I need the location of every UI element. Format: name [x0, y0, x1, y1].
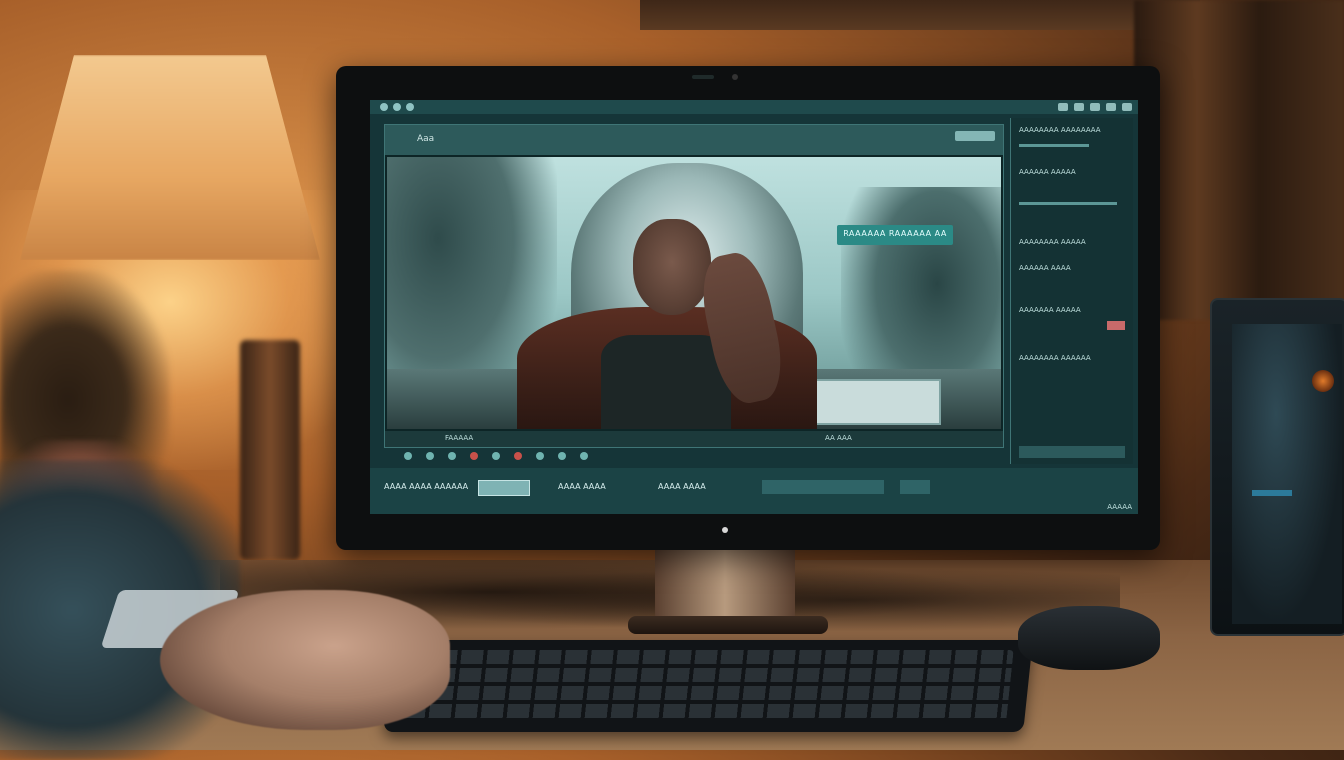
scrub-label: FAAAAA — [445, 434, 474, 442]
track-label: AAAA AAAA — [658, 482, 706, 491]
wall-shelf — [640, 0, 1200, 30]
photo-scene: Aaa RAAAAAA RAAAAAA AA FAAAAA AA AAA AAA… — [0, 0, 1344, 760]
side-device — [1210, 298, 1344, 636]
panel-row: AAAAAAAA AAAAA — [1019, 238, 1086, 246]
window-button[interactable] — [380, 103, 388, 111]
record-button[interactable] — [514, 452, 522, 460]
track-clip[interactable] — [900, 480, 930, 494]
viewer-label: Aaa — [417, 134, 435, 144]
track-clip[interactable] — [478, 480, 530, 496]
app-titlebar — [370, 100, 1138, 114]
keyboard-keys — [402, 650, 1014, 722]
caption-text: RAAAAAA RAAAAAA AA — [843, 229, 947, 238]
monitor-stand-foot — [628, 616, 828, 634]
lamp-base — [240, 340, 300, 560]
panel-row: AAAAAAA AAAAA — [1019, 306, 1081, 314]
panel-divider — [1019, 144, 1089, 147]
properties-panel: AAAAAAAA AAAAAAAA AAAAAA AAAAA AAAAAAAA … — [1010, 118, 1133, 464]
monitor-screen: Aaa RAAAAAA RAAAAAA AA FAAAAA AA AAA AAA… — [370, 100, 1138, 514]
panel-row: AAAAAAAA AAAAAAAA — [1019, 126, 1101, 134]
device-light — [1252, 490, 1292, 496]
toolbar-icon[interactable] — [1090, 103, 1100, 111]
keyboard — [383, 640, 1033, 732]
frame-sign — [807, 379, 941, 425]
viewer-header: Aaa — [385, 125, 1003, 155]
viewer-badge — [955, 131, 995, 141]
mouse — [1018, 606, 1160, 670]
timeline[interactable]: AAAA AAAA AAAAAA AAAA AAAA AAAA AAAA AAA… — [370, 468, 1138, 514]
frame-person-top — [601, 335, 731, 429]
bookcase — [1134, 0, 1344, 320]
record-button[interactable] — [470, 452, 478, 460]
device-knob — [1312, 370, 1334, 392]
panel-slider[interactable] — [1019, 202, 1117, 205]
track-label: AAAA AAAA — [558, 482, 606, 491]
window-button[interactable] — [406, 103, 414, 111]
toolbar-icon[interactable] — [1106, 103, 1116, 111]
panel-tag[interactable] — [1107, 321, 1125, 330]
playback-controls — [384, 450, 1022, 462]
scrub-bar[interactable]: FAAAAA AA AAA — [385, 431, 1003, 447]
scrub-time: AA AAA — [825, 434, 852, 442]
device-display — [1232, 324, 1342, 624]
video-viewer[interactable]: Aaa RAAAAAA RAAAAAA AA FAAAAA AA AAA — [384, 124, 1004, 448]
power-led — [722, 527, 728, 533]
control-button[interactable] — [426, 452, 434, 460]
webcam-bar — [692, 75, 714, 79]
status-text: AAAAA — [1107, 503, 1132, 511]
control-button[interactable] — [404, 452, 412, 460]
panel-footer[interactable] — [1019, 446, 1125, 458]
lamp-shade — [20, 55, 320, 260]
control-button[interactable] — [580, 452, 588, 460]
control-button[interactable] — [492, 452, 500, 460]
webcam — [732, 74, 738, 80]
toolbar-icon[interactable] — [1074, 103, 1084, 111]
panel-row: AAAAAA AAAA — [1019, 264, 1071, 272]
person-hand — [160, 590, 450, 730]
control-button[interactable] — [448, 452, 456, 460]
control-button[interactable] — [536, 452, 544, 460]
control-button[interactable] — [558, 452, 566, 460]
track-label: AAAA AAAA AAAAAA — [384, 482, 469, 491]
window-button[interactable] — [393, 103, 401, 111]
frame-person-face — [633, 219, 711, 315]
panel-row: AAAAAAAA AAAAAA — [1019, 354, 1091, 362]
toolbar-icon[interactable] — [1058, 103, 1068, 111]
track-clip[interactable] — [762, 480, 884, 494]
video-frame: RAAAAAA RAAAAAA AA — [387, 157, 1001, 429]
toolbar-icon[interactable] — [1122, 103, 1132, 111]
panel-row: AAAAAA AAAAA — [1019, 168, 1076, 176]
